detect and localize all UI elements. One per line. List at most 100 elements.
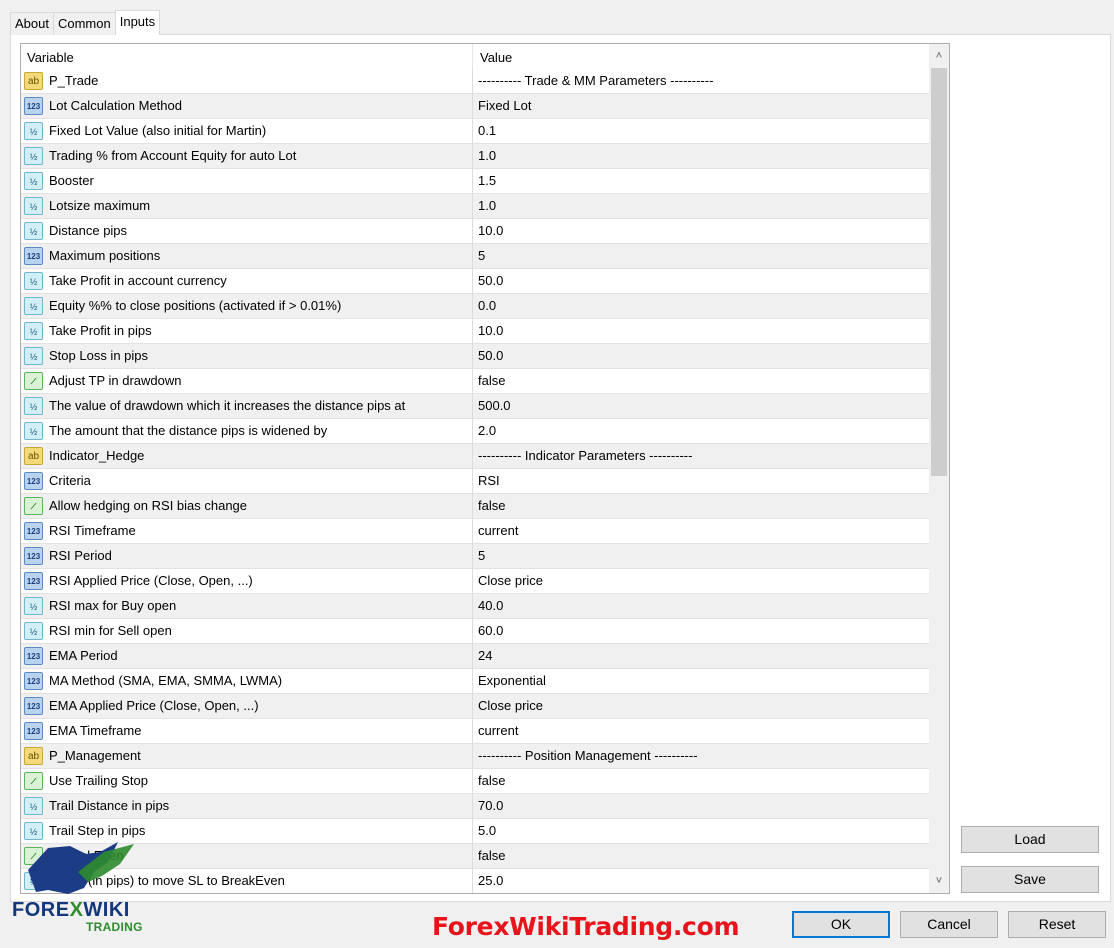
table-row[interactable]: 123 RSI Applied Price (Close, Open, ...) C… [21, 569, 929, 594]
value-cell[interactable]: RSI [473, 469, 929, 493]
brand-x: X [69, 899, 84, 921]
variable-cell: 123 MA Method (SMA, EMA, SMMA, LWMA) [21, 669, 473, 693]
value-cell[interactable]: 10.0 [473, 219, 929, 243]
table-row[interactable]: ⟋ Use Trailing Stop false [21, 769, 929, 794]
value-cell[interactable]: false [473, 369, 929, 393]
table-row[interactable]: ½ Fixed Lot Value (also initial for Marti… [21, 119, 929, 144]
table-row[interactable]: 123 Maximum positions 5 [21, 244, 929, 269]
scroll-up-arrow-icon[interactable]: ˄ [929, 46, 949, 66]
table-row[interactable]: 123 Criteria RSI [21, 469, 929, 494]
scroll-thumb[interactable] [931, 68, 947, 476]
value-cell[interactable]: 50.0 [473, 344, 929, 368]
column-header-variable[interactable]: Variable [21, 44, 473, 69]
reset-button[interactable]: Reset [1008, 911, 1106, 938]
variable-name: Booster [49, 173, 94, 188]
value-cell[interactable]: 25.0 [473, 869, 929, 893]
table-row[interactable]: ½ Trading % from Account Equity for auto … [21, 144, 929, 169]
value-cell[interactable]: Close price [473, 569, 929, 593]
variable-cell: ½ Booster [21, 169, 473, 193]
table-row[interactable]: 123 RSI Period 5 [21, 544, 929, 569]
double-type-icon: ½ [24, 147, 43, 165]
table-row[interactable]: 123 EMA Applied Price (Close, Open, ...) C… [21, 694, 929, 719]
cancel-button[interactable]: Cancel [900, 911, 998, 938]
value-cell[interactable]: current [473, 519, 929, 543]
table-row[interactable]: ½ RSI min for Sell open 60.0 [21, 619, 929, 644]
table-row[interactable]: ab Indicator_Hedge ---------- Indicator Pa… [21, 444, 929, 469]
scroll-down-arrow-icon[interactable]: ˅ [929, 871, 949, 891]
variable-cell: ½ Trading % from Account Equity for auto … [21, 144, 473, 168]
table-row[interactable]: ⟋ Adjust TP in drawdown false [21, 369, 929, 394]
table-row[interactable]: ab P_Management ---------- Position Manage… [21, 744, 929, 769]
value-cell[interactable]: 5 [473, 544, 929, 568]
double-type-icon: ½ [24, 172, 43, 190]
table-row[interactable]: 123 EMA Timeframe current [21, 719, 929, 744]
table-row[interactable]: ⟋ Allow hedging on RSI bias change false [21, 494, 929, 519]
variable-name: Fixed Lot Value (also initial for Martin… [49, 123, 267, 138]
table-row[interactable]: ½ Booster 1.5 [21, 169, 929, 194]
value-cell[interactable]: 50.0 [473, 269, 929, 293]
table-row[interactable]: ½ Stop Loss in pips 50.0 [21, 344, 929, 369]
table-row[interactable]: ½ Trail Distance in pips 70.0 [21, 794, 929, 819]
table-row[interactable]: 123 RSI Timeframe current [21, 519, 929, 544]
table-row[interactable]: ½ Take Profit in account currency 50.0 [21, 269, 929, 294]
value-cell[interactable]: 2.0 [473, 419, 929, 443]
value-cell[interactable]: Exponential [473, 669, 929, 693]
table-row[interactable]: ½ Take Profit in pips 10.0 [21, 319, 929, 344]
tab-inputs[interactable]: Inputs [114, 10, 161, 35]
table-row[interactable]: 123 EMA Period 24 [21, 644, 929, 669]
value-cell[interactable]: 0.1 [473, 119, 929, 143]
value-cell[interactable]: false [473, 769, 929, 793]
save-button[interactable]: Save [961, 866, 1099, 893]
column-header-value[interactable]: Value [473, 44, 929, 69]
variable-name: Take Profit in account currency [49, 273, 227, 288]
value-cell[interactable]: 70.0 [473, 794, 929, 818]
value-cell[interactable]: ---------- Indicator Parameters --------… [473, 444, 929, 468]
table-row[interactable]: 123 Lot Calculation Method Fixed Lot [21, 94, 929, 119]
variable-cell: 123 EMA Applied Price (Close, Open, ...) [21, 694, 473, 718]
variable-name: Stop Loss in pips [49, 348, 149, 363]
variable-cell: ab P_Management [21, 744, 473, 768]
variable-name: Criteria [49, 473, 91, 488]
table-row[interactable]: ab P_Trade ---------- Trade & MM Parameter… [21, 69, 929, 94]
variable-name: RSI Timeframe [49, 523, 136, 538]
table-row[interactable]: ½ Distance pips 10.0 [21, 219, 929, 244]
table-row[interactable]: 123 MA Method (SMA, EMA, SMMA, LWMA) Expon… [21, 669, 929, 694]
value-cell[interactable]: 1.0 [473, 144, 929, 168]
integer-type-icon: 123 [24, 247, 43, 265]
value-cell[interactable]: Fixed Lot [473, 94, 929, 118]
value-cell[interactable]: 60.0 [473, 619, 929, 643]
ok-button[interactable]: OK [792, 911, 890, 938]
tab-about[interactable]: About [10, 12, 54, 35]
table-row[interactable]: ½ Equity %% to close positions (activated… [21, 294, 929, 319]
vertical-scrollbar[interactable]: ˄ ˅ [929, 44, 949, 893]
double-type-icon: ½ [24, 622, 43, 640]
variable-cell: ⟋ Allow hedging on RSI bias change [21, 494, 473, 518]
variable-name: EMA Timeframe [49, 723, 142, 738]
variable-cell: ½ Lotsize maximum [21, 194, 473, 218]
value-cell[interactable]: 10.0 [473, 319, 929, 343]
integer-type-icon: 123 [24, 647, 43, 665]
value-cell[interactable]: 0.0 [473, 294, 929, 318]
value-cell[interactable]: 500.0 [473, 394, 929, 418]
value-cell[interactable]: 5 [473, 244, 929, 268]
value-cell[interactable]: 40.0 [473, 594, 929, 618]
value-cell[interactable]: 1.5 [473, 169, 929, 193]
string-type-icon: ab [24, 747, 43, 765]
table-row[interactable]: ½ The amount that the distance pips is wi… [21, 419, 929, 444]
value-cell[interactable]: 1.0 [473, 194, 929, 218]
variable-cell: ½ RSI min for Sell open [21, 619, 473, 643]
value-cell[interactable]: ---------- Position Management ---------… [473, 744, 929, 768]
value-cell[interactable]: current [473, 719, 929, 743]
table-row[interactable]: ½ RSI max for Buy open 40.0 [21, 594, 929, 619]
table-row[interactable]: ½ The value of drawdown which it increase… [21, 394, 929, 419]
value-cell[interactable]: false [473, 844, 929, 868]
table-row[interactable]: ½ Lotsize maximum 1.0 [21, 194, 929, 219]
value-cell[interactable]: false [473, 494, 929, 518]
value-cell[interactable]: 24 [473, 644, 929, 668]
value-cell[interactable]: Close price [473, 694, 929, 718]
value-cell[interactable]: 5.0 [473, 819, 929, 843]
variable-name: EMA Applied Price (Close, Open, ...) [49, 698, 259, 713]
tab-common[interactable]: Common [52, 12, 116, 35]
value-cell[interactable]: ---------- Trade & MM Parameters -------… [473, 69, 929, 93]
load-button[interactable]: Load [961, 826, 1099, 853]
